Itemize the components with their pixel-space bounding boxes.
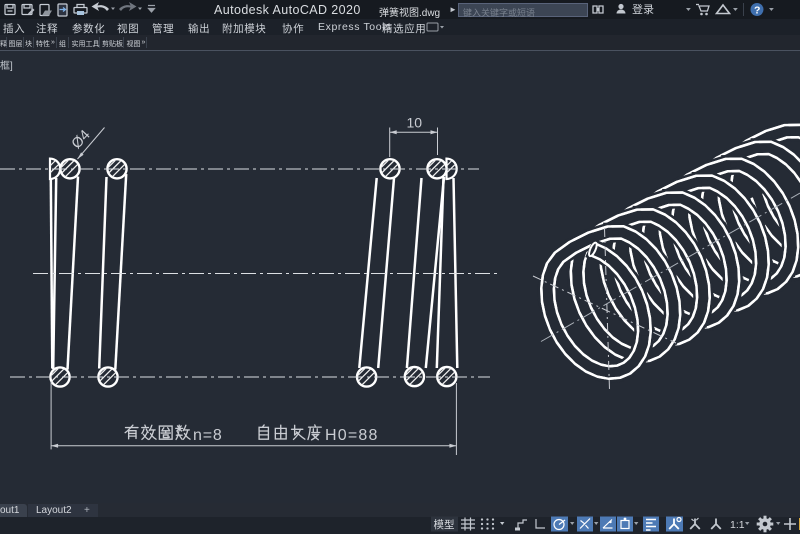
svg-text:n=8: n=8 (193, 427, 223, 444)
svg-text:1:1: 1:1 (730, 519, 745, 531)
svg-text:模型: 模型 (434, 518, 455, 531)
svg-text:登录: 登录 (632, 2, 654, 16)
svg-text:?: ? (754, 5, 760, 17)
svg-text:H0=88: H0=88 (325, 427, 379, 444)
svg-text:10: 10 (407, 115, 423, 131)
svg-text:Ø4: Ø4 (69, 127, 94, 152)
